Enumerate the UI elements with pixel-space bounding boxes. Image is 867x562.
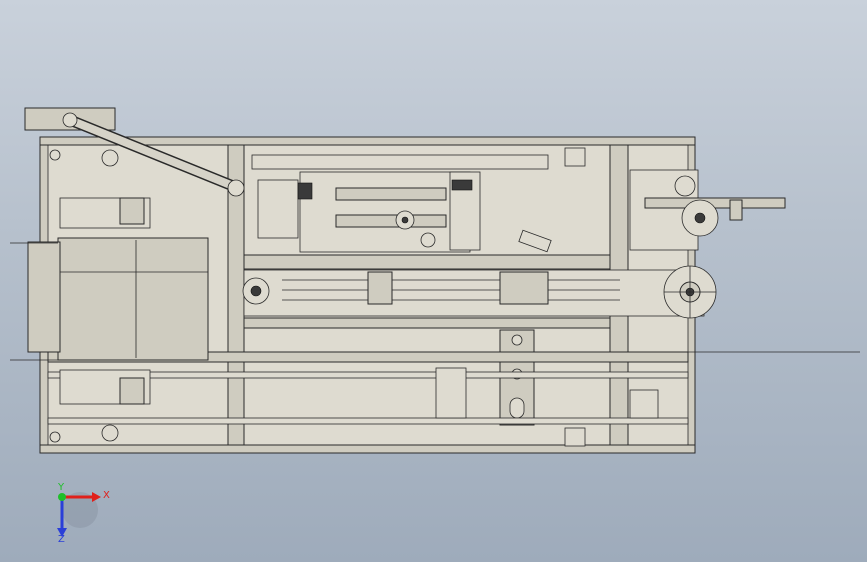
- rail-mid: [243, 317, 611, 329]
- plate-hole-1: [511, 334, 523, 346]
- lower-clamp: [119, 377, 145, 405]
- arm-pivot: [227, 179, 245, 197]
- central-mechanism: [299, 171, 471, 253]
- left-mechanism: [257, 179, 299, 239]
- top-beam: [251, 154, 549, 170]
- corner-block-tr: [564, 147, 586, 167]
- carton-magazine: [57, 237, 209, 361]
- magazine-side-plate: [27, 241, 61, 353]
- labeller-arm: [644, 197, 786, 209]
- tension-roller: [674, 175, 696, 197]
- bottom-rail: [39, 444, 696, 454]
- foot-tl: [49, 149, 61, 161]
- corner-block-br: [564, 427, 586, 447]
- rail-upper: [243, 254, 611, 270]
- z-axis-label: Z: [58, 534, 65, 545]
- label-clip: [729, 199, 743, 221]
- gear-housing-2: [335, 214, 447, 228]
- y-axis-dot: [58, 493, 66, 501]
- cad-viewport[interactable]: X Y Z: [0, 0, 867, 562]
- x-axis-label: X: [103, 490, 110, 501]
- rail-bottom-inner: [47, 417, 689, 425]
- y-axis-label: Y: [57, 482, 65, 493]
- coordinate-triad: X Y Z: [57, 482, 110, 545]
- conveyor-bracket-2: [499, 271, 549, 305]
- top-hand-wheel: [101, 149, 119, 167]
- lower-right-block: [629, 389, 659, 419]
- machine-top-view: X Y Z: [10, 107, 860, 545]
- upper-clamp: [119, 197, 145, 225]
- foot-bl: [49, 431, 61, 443]
- plate-slot: [509, 397, 525, 419]
- bottom-hand-wheel: [101, 424, 119, 442]
- conveyor-belt: [243, 269, 705, 317]
- gear-housing: [335, 187, 447, 201]
- lower-mid-block: [435, 367, 467, 419]
- conveyor-bracket-1: [367, 271, 393, 305]
